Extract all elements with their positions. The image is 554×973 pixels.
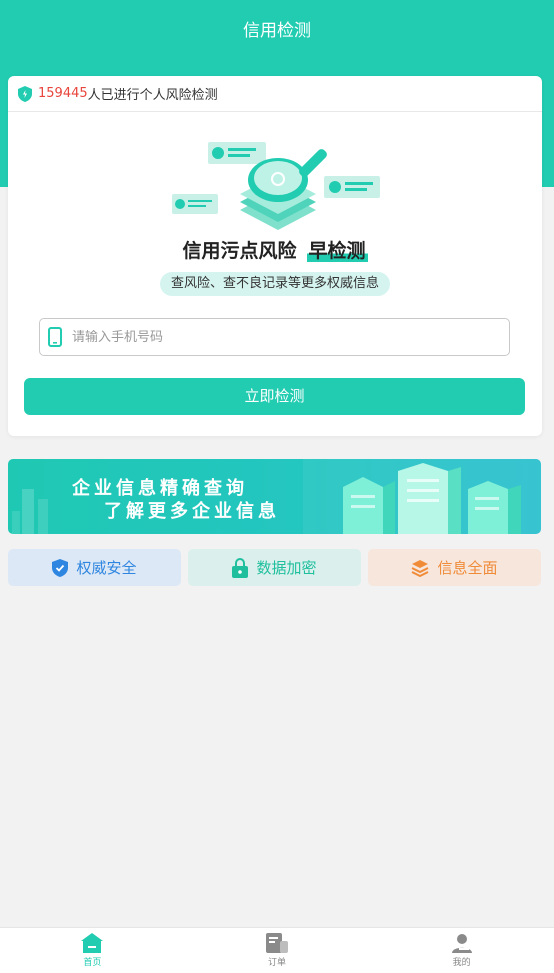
feature-comprehensive-info: 信息全面 — [368, 549, 541, 586]
hero-headline: 信用污点风险 早检测 — [8, 236, 542, 263]
tab-label: 订单 — [268, 958, 287, 968]
tab-label: 首页 — [83, 958, 102, 968]
hero-subtitle-pill: 查风险、查不良记录等更多权威信息 — [160, 272, 390, 296]
feature-data-encryption: 数据加密 — [188, 549, 361, 586]
mobile-phone-icon — [48, 327, 62, 347]
detection-count-text: 人已进行个人风险检测 — [87, 88, 218, 103]
shield-icon — [18, 85, 32, 102]
detection-count-notice: 159445 人已进行个人风险检测 — [8, 76, 542, 112]
magnifier-illustration-icon — [172, 142, 380, 230]
phone-input[interactable] — [72, 329, 472, 345]
detection-count: 159445 — [38, 86, 88, 101]
tab-profile[interactable]: 我的 — [369, 928, 554, 973]
headline-main: 信用污点风险 — [182, 240, 297, 262]
enterprise-info-banner[interactable]: 企业信息精确查询 了解更多企业信息 — [8, 459, 541, 534]
user-icon — [451, 934, 472, 953]
phone-field[interactable] — [39, 318, 510, 356]
shield-check-icon — [52, 558, 69, 577]
credit-check-card: 159445 人已进行个人风险检测 信用污点风险 早检测 查风险、查不良记录等更多… — [8, 76, 542, 436]
check-now-button[interactable]: 立即检测 — [24, 378, 525, 415]
bottom-tab-bar: 首页 订单 我的 — [0, 927, 554, 973]
tab-orders[interactable]: 订单 — [185, 928, 370, 973]
layers-icon — [412, 559, 429, 577]
banner-subtitle: 了解更多企业信息 — [104, 501, 280, 522]
tab-home[interactable]: 首页 — [0, 928, 185, 973]
buildings-illustration-icon — [303, 459, 541, 534]
feature-authoritative-secure: 权威安全 — [8, 549, 181, 586]
feature-label: 权威安全 — [76, 559, 137, 577]
feature-label: 数据加密 — [256, 559, 317, 577]
home-icon — [81, 933, 104, 953]
headline-emphasis: 早检测 — [306, 240, 368, 262]
lock-icon — [232, 557, 249, 578]
tab-label: 我的 — [452, 958, 471, 968]
order-icon — [266, 933, 288, 953]
city-skyline-icon — [12, 489, 48, 534]
page-title: 信用检测 — [243, 21, 311, 41]
feature-label: 信息全面 — [437, 559, 498, 577]
